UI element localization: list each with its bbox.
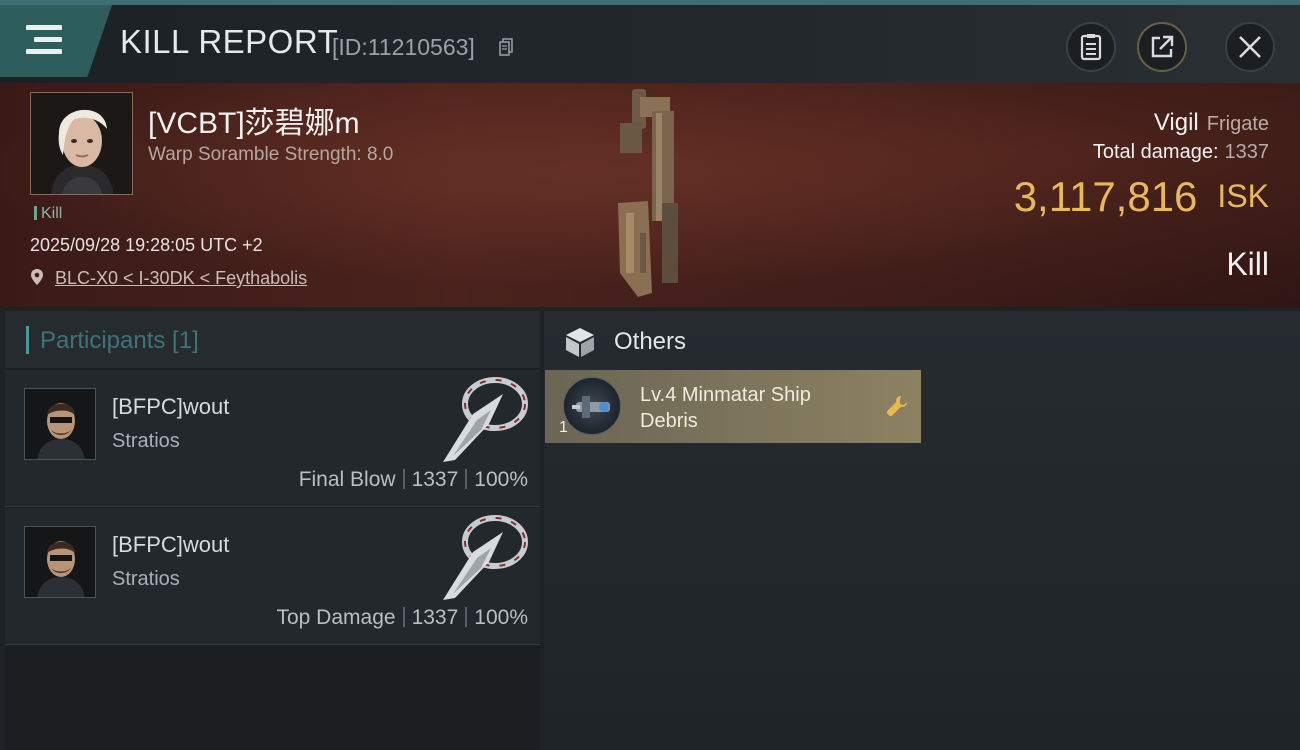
close-button[interactable] [1225,22,1275,72]
kill-datetime: 2025/09/28 19:28:05 UTC +2 [30,235,263,255]
share-button[interactable] [1137,22,1187,72]
isk-value: 3,117,816 ISK [1014,173,1269,221]
victim-ship: Vigil Frigate [1154,109,1269,137]
participant-stats: Top Damage 1337 100% [276,606,528,630]
participant-ship: Stratios [112,568,180,590]
wrench-icon[interactable] [885,394,909,418]
participant-damage: 1337 [411,468,459,491]
kill-result-label: Kill [1226,246,1269,282]
others-panel: Others 1 Lv.4 Minmatar Ship Debris [544,311,1300,750]
victim-ship-name: Vigil [1153,109,1199,136]
victim-ship-image [618,89,678,297]
participant-name: [BFPC]wout [112,394,230,419]
victim-portrait[interactable] [30,92,133,195]
total-damage-label: Total damage: [1092,141,1219,163]
victim-banner: [VCBT]莎碧娜m Warp Soramble Strength: 8.0 K… [0,83,1300,307]
total-damage-value: 1337 [1224,141,1270,163]
location-pin-icon [31,269,43,285]
total-damage: Total damage: 1337 [1093,141,1269,164]
box-icon [566,328,594,357]
isk-unit: ISK [1217,178,1269,214]
share-icon [1151,35,1174,58]
loot-item[interactable]: 1 Lv.4 Minmatar Ship Debris [545,370,921,443]
participant-avatar[interactable] [24,388,96,460]
participant-row[interactable]: [BFPC]wout Stratios Top Damage 1337 100% [5,508,540,645]
menu-button[interactable] [0,5,112,77]
participant-name: [BFPC]wout [112,532,230,557]
participants-header: Participants [1] [5,311,540,368]
page-title: KILL REPORT [120,23,339,60]
victim-ship-class: Frigate [1206,113,1269,135]
others-label: Others [614,328,687,355]
participant-role: Top Damage [276,606,396,629]
item-quantity: 1 [559,419,568,436]
item-name: Lv.4 Minmatar Ship Debris [640,384,811,432]
copy-icon[interactable] [499,38,513,56]
close-icon [1239,36,1261,58]
participant-role: Final Blow [298,468,396,491]
participant-percent: 100% [474,468,528,491]
participant-avatar[interactable] [24,526,96,598]
participant-percent: 100% [474,606,528,629]
participant-row[interactable]: [BFPC]wout Stratios Final Blow 1337 100% [5,370,540,507]
warp-scramble-strength: Warp Soramble Strength: 8.0 [148,144,394,165]
participants-panel: Participants [1] [BFPC]wout Stratios Fin… [5,311,540,750]
participant-stats: Final Blow 1337 100% [299,468,528,492]
kill-location[interactable]: BLC-X0 < I-30DK < Feythabolis [30,268,307,289]
header-bar: KILL REPORT [ID:11210563] [0,5,1300,83]
location-link[interactable]: BLC-X0 < I-30DK < Feythabolis [55,268,307,288]
isk-amount: 3,117,816 [1013,173,1198,220]
kill-tag: Kill [34,205,62,223]
clipboard-icon [1080,34,1102,61]
participant-ship: Stratios [112,430,180,452]
participants-label: Participants [1] [40,327,199,354]
item-thumbnail [563,377,621,435]
participant-ship-image [443,515,528,600]
victim-name: [VCBT]莎碧娜m [148,107,360,140]
participant-damage: 1337 [411,606,459,629]
clipboard-button[interactable] [1066,22,1116,72]
menu-icon [26,25,62,55]
participant-ship-image [443,377,528,462]
report-id: [ID:11210563] [332,34,475,60]
